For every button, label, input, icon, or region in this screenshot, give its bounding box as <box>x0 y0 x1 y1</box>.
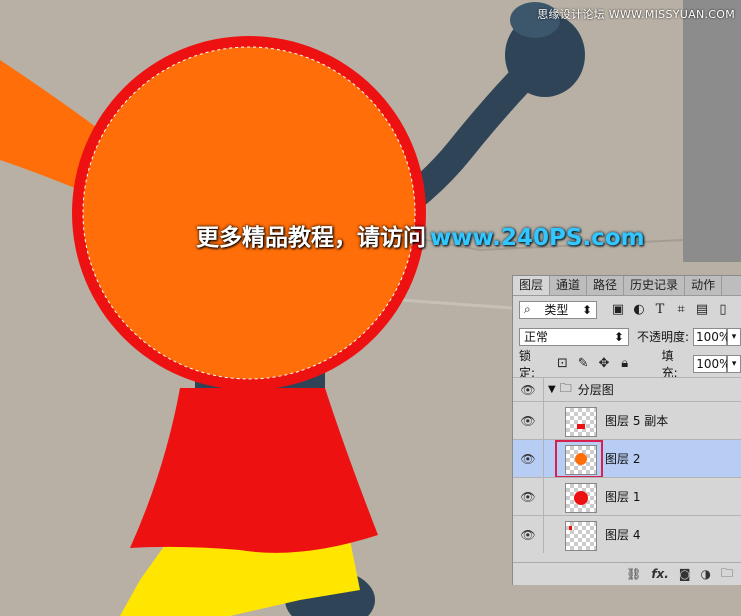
opacity-input[interactable]: 100% <box>693 327 730 346</box>
lock-paint-icon[interactable]: ✎ <box>574 356 592 371</box>
smart-object-icon[interactable]: ▤ <box>693 302 711 317</box>
tab-layers[interactable]: 图层 <box>513 276 551 295</box>
watermark: 思缘设计论坛 WWW.MISSYUAN.COM <box>537 8 735 21</box>
layer-row[interactable]: 👁︎ 图层 1 <box>513 477 741 515</box>
red-dot <box>574 491 588 505</box>
layer-row[interactable]: 👁︎ 图层 5 副本 <box>513 401 741 439</box>
filter-dropdown[interactable]: ⌕ 类型 ⬍ <box>519 300 597 319</box>
fx-icon[interactable]: fx. <box>651 567 669 581</box>
tab-history[interactable]: 历史记录 <box>624 276 686 295</box>
group-name: 分层图 <box>577 383 614 397</box>
fill-dropdown-icon[interactable]: ▾ <box>727 354 741 373</box>
text-icon[interactable]: T <box>651 302 669 317</box>
filter-row: ⌕ 类型 ⬍ ▣ ◐ T ⌗ ▤ ▯ <box>513 296 741 323</box>
lock-label: 锁定: <box>519 348 536 380</box>
blend-row: 正常 ⬍ 不透明度: 100% ▾ <box>513 323 741 350</box>
visibility-eye-icon[interactable]: 👁︎ <box>513 402 544 439</box>
layer-name: 图层 4 <box>605 528 641 542</box>
adjustment-icon[interactable]: ◐ <box>630 302 648 317</box>
tab-channels[interactable]: 通道 <box>550 276 588 295</box>
tab-actions[interactable]: 动作 <box>685 276 723 295</box>
blend-mode-value: 正常 <box>524 330 549 344</box>
opacity-dropdown-icon[interactable]: ▾ <box>727 327 741 346</box>
fill-label: 填充: <box>661 348 678 380</box>
red-small-shape <box>577 424 585 429</box>
tab-paths[interactable]: 路径 <box>587 276 625 295</box>
panel-bottom-bar: ⛓︎ fx. ◙ ◑ 🗀︎ <box>513 562 741 585</box>
layer-name: 图层 2 <box>605 452 641 466</box>
red-speck <box>569 526 572 530</box>
overlay-text-url: www.240PS.com <box>430 225 645 251</box>
layer-thumbnail <box>565 483 597 513</box>
lock-transparent-icon[interactable]: ⊡ <box>554 356 572 371</box>
layer-name: 图层 5 副本 <box>605 414 669 428</box>
layers-panel: 图层 通道 路径 历史记录 动作 ⌕ 类型 ⬍ ▣ ◐ T ⌗ ▤ ▯ 正常 ⬍… <box>512 275 741 585</box>
filter-label: 类型 <box>544 303 569 317</box>
shape-icon[interactable]: ⌗ <box>672 302 690 317</box>
layer-group-row[interactable]: 👁︎ ▼ 🗀︎ 分层图 <box>513 377 741 401</box>
overlay-text: 更多精品教程，请访问 www.240PS.com <box>196 218 645 252</box>
layer-thumbnail <box>565 407 597 437</box>
layer-row[interactable]: 👁︎ 图层 4 <box>513 515 741 553</box>
layer-name: 图层 1 <box>605 490 641 504</box>
canvas-background-strip <box>683 0 741 262</box>
lock-move-icon[interactable]: ✥ <box>595 356 613 371</box>
group-expand-arrow-icon[interactable]: ▼ <box>548 384 556 395</box>
highlight-box <box>555 440 603 478</box>
overlay-text-cn: 更多精品教程，请访问 <box>196 225 426 251</box>
layer-row[interactable]: 👁︎ 图层 2 <box>513 439 741 478</box>
blend-mode-select[interactable]: 正常 ⬍ <box>519 327 629 346</box>
orange-head <box>83 47 415 379</box>
visibility-eye-icon[interactable]: 👁︎ <box>513 440 544 477</box>
filter-toggle-icon[interactable]: ▯ <box>714 302 732 317</box>
image-icon[interactable]: ▣ <box>609 302 627 317</box>
adjustment-layer-icon[interactable]: ◑ <box>701 567 711 581</box>
search-icon: ⌕ <box>524 302 531 316</box>
panel-tabs: 图层 通道 路径 历史记录 动作 <box>513 276 741 296</box>
visibility-eye-icon[interactable]: 👁︎ <box>513 478 544 515</box>
dropdown-arrow-icon: ⬍ <box>581 302 592 317</box>
opacity-label: 不透明度: <box>636 330 690 344</box>
link-icon[interactable]: ⛓︎ <box>626 567 641 581</box>
folder-icon[interactable]: 🗀︎ <box>721 564 733 585</box>
layer-thumbnail <box>565 521 597 551</box>
visibility-eye-icon[interactable]: 👁︎ <box>513 378 544 401</box>
lock-all-icon[interactable]: 🔒︎ <box>616 356 634 371</box>
mask-icon[interactable]: ◙ <box>679 567 691 581</box>
visibility-eye-icon[interactable]: 👁︎ <box>513 516 544 553</box>
red-body <box>130 388 378 553</box>
lock-row: 锁定: ⊡ ✎ ✥ 🔒︎ 填充: 100% ▾ <box>513 349 741 380</box>
folder-icon: 🗀︎ <box>559 381 572 395</box>
dropdown-arrow-icon: ⬍ <box>613 329 624 344</box>
fill-input[interactable]: 100% <box>693 354 731 373</box>
